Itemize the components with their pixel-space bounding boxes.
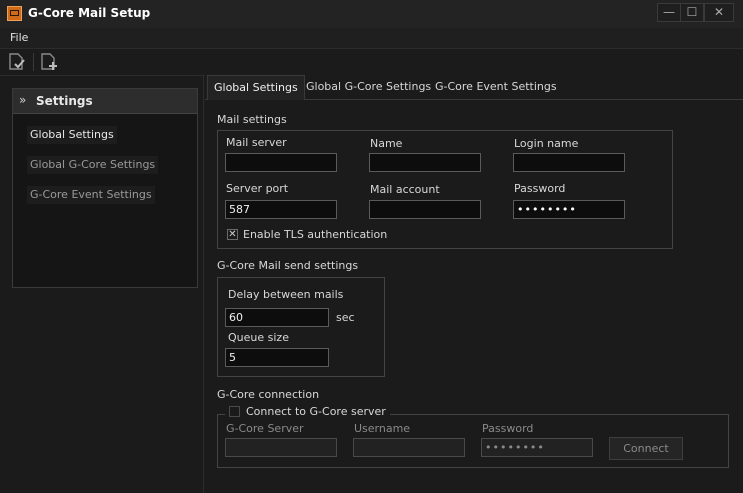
- connect-button[interactable]: Connect: [609, 437, 683, 460]
- nav-item-global-settings[interactable]: Global Settings: [27, 126, 117, 144]
- mail-account-label: Mail account: [370, 183, 440, 196]
- login-name-input[interactable]: [513, 153, 625, 172]
- connect-server-checkbox[interactable]: [229, 406, 240, 417]
- document-add-icon[interactable]: [40, 53, 58, 71]
- server-port-input[interactable]: 587: [225, 200, 337, 219]
- tab-global-gcore-settings[interactable]: Global G-Core Settings: [300, 75, 437, 98]
- password-label: Password: [514, 182, 566, 195]
- toolbar-separator: [33, 53, 34, 71]
- gcore-server-input[interactable]: [225, 438, 337, 457]
- settings-panel-header[interactable]: » Settings: [13, 89, 197, 114]
- mail-server-input[interactable]: [225, 153, 337, 172]
- password-input[interactable]: ••••••••: [513, 200, 625, 219]
- panel-divider: [203, 75, 204, 493]
- mail-settings-title: Mail settings: [217, 113, 287, 126]
- name-input[interactable]: [369, 153, 481, 172]
- delay-label: Delay between mails: [228, 288, 344, 301]
- queue-size-input[interactable]: 5: [225, 348, 329, 367]
- mail-app-icon: [7, 6, 22, 21]
- nav-item-gcore-event-settings[interactable]: G-Core Event Settings: [27, 186, 155, 204]
- tls-checkbox[interactable]: ✕: [227, 229, 238, 240]
- tab-global-settings[interactable]: Global Settings: [207, 75, 305, 100]
- send-settings-title: G-Core Mail send settings: [217, 259, 359, 272]
- menu-file[interactable]: File: [10, 31, 28, 44]
- document-check-icon[interactable]: [8, 53, 26, 71]
- connect-server-legend: Connect to G-Core server: [225, 405, 390, 418]
- login-name-label: Login name: [514, 137, 579, 150]
- username-label: Username: [354, 422, 411, 435]
- window-title: G-Core Mail Setup: [28, 6, 151, 20]
- gcore-server-label: G-Core Server: [226, 422, 304, 435]
- toolbar: [0, 49, 743, 76]
- connection-title: G-Core connection: [217, 388, 320, 401]
- connection-password-label: Password: [482, 422, 534, 435]
- server-port-label: Server port: [226, 182, 289, 195]
- connection-password-input[interactable]: ••••••••: [481, 438, 593, 457]
- menu-bar: File: [0, 28, 743, 49]
- tab-gcore-event-settings[interactable]: G-Core Event Settings: [429, 75, 563, 98]
- mail-server-label: Mail server: [226, 136, 287, 149]
- name-label: Name: [370, 137, 403, 150]
- tab-bar: Global Settings Global G-Core Settings G…: [205, 75, 743, 100]
- tls-label: Enable TLS authentication: [243, 228, 388, 241]
- close-button[interactable]: ✕: [704, 3, 734, 22]
- connect-server-label: Connect to G-Core server: [246, 405, 386, 418]
- queue-size-label: Queue size: [228, 331, 289, 344]
- minimize-button[interactable]: —: [657, 3, 681, 22]
- maximize-button[interactable]: ☐: [680, 3, 704, 22]
- username-input[interactable]: [353, 438, 465, 457]
- delay-input[interactable]: 60: [225, 308, 329, 327]
- mail-account-input[interactable]: [369, 200, 481, 219]
- delay-unit: sec: [336, 311, 355, 324]
- settings-navigation-panel: » Settings Global Settings Global G-Core…: [12, 88, 198, 288]
- collapse-chevron-icon[interactable]: »: [19, 93, 26, 107]
- settings-panel-title: Settings: [36, 94, 93, 108]
- nav-item-global-gcore-settings[interactable]: Global G-Core Settings: [27, 156, 159, 174]
- title-bar: G-Core Mail Setup — ☐ ✕: [0, 0, 743, 29]
